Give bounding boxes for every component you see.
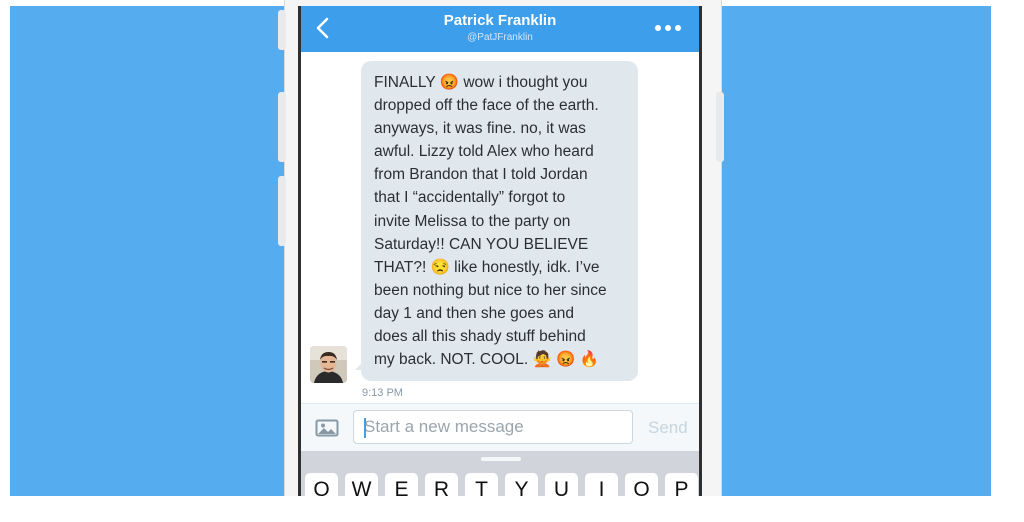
message-line: invite Melissa to the party on <box>374 212 571 230</box>
message-bubble: FINALLY 😡 wow i thought you dropped off … <box>361 61 638 381</box>
message-line: awful. Lizzy told Alex who heard <box>374 143 594 161</box>
phone-side-button-power <box>716 92 724 162</box>
avatar-image <box>310 346 347 383</box>
conversation-header: Patrick Franklin @PatJFranklin <box>301 6 699 52</box>
message-bubble-tail <box>355 362 363 370</box>
on-screen-keyboard: Q W E R T Y U I O P <box>301 451 699 496</box>
message-line: that I “accidentally” forgot to <box>374 189 566 207</box>
message-line: from Brandon that I told Jordan <box>374 166 588 184</box>
add-photo-button[interactable] <box>315 418 339 438</box>
dm-screen: Patrick Franklin @PatJFranklin FINALLY 😡… <box>298 6 702 496</box>
key-o[interactable]: O <box>625 473 658 496</box>
key-p[interactable]: P <box>665 473 698 496</box>
more-options-button[interactable] <box>653 20 683 36</box>
key-t[interactable]: T <box>465 473 498 496</box>
message-line: dropped off the face of the earth. <box>374 97 599 115</box>
message-line: Saturday!! CAN YOU BELIEVE <box>374 235 589 253</box>
message-line: been nothing but nice to her since <box>374 281 607 299</box>
key-e[interactable]: E <box>385 473 418 496</box>
key-q[interactable]: Q <box>305 473 338 496</box>
more-dots-icon <box>675 25 681 31</box>
key-u[interactable]: U <box>545 473 578 496</box>
key-i[interactable]: I <box>585 473 618 496</box>
conversation-handle: @PatJFranklin <box>467 32 533 43</box>
keyboard-grip[interactable] <box>481 457 521 461</box>
image-icon <box>315 419 339 437</box>
more-dots-icon <box>665 25 671 31</box>
message-line: THAT?! 😒 like honestly, idk. I’ve <box>374 258 600 276</box>
text-cursor <box>364 418 366 438</box>
message-line: anyways, it was fine. no, it was <box>374 120 586 138</box>
message-timestamp: 9:13 PM <box>362 387 403 399</box>
phone-side-button-mute <box>278 10 286 50</box>
more-dots-icon <box>655 25 661 31</box>
message-input[interactable] <box>353 410 633 444</box>
avatar[interactable] <box>310 346 347 383</box>
message-line: does all this shady stuff behind <box>374 328 586 346</box>
conversation-name: Patrick Franklin <box>443 12 557 29</box>
message-composer: Send <box>301 403 699 452</box>
key-w[interactable]: W <box>345 473 378 496</box>
phone-side-button-volume-down <box>278 176 286 246</box>
phone-side-button-volume-up <box>278 92 286 162</box>
send-button[interactable]: Send <box>648 418 688 438</box>
key-r[interactable]: R <box>425 473 458 496</box>
message-line: day 1 and then she goes and <box>374 304 574 322</box>
message-line: FINALLY 😡 wow i thought you <box>374 74 588 91</box>
key-y[interactable]: Y <box>505 473 538 496</box>
message-line: my back. NOT. COOL. 🙅 😡 🔥 <box>374 351 599 369</box>
